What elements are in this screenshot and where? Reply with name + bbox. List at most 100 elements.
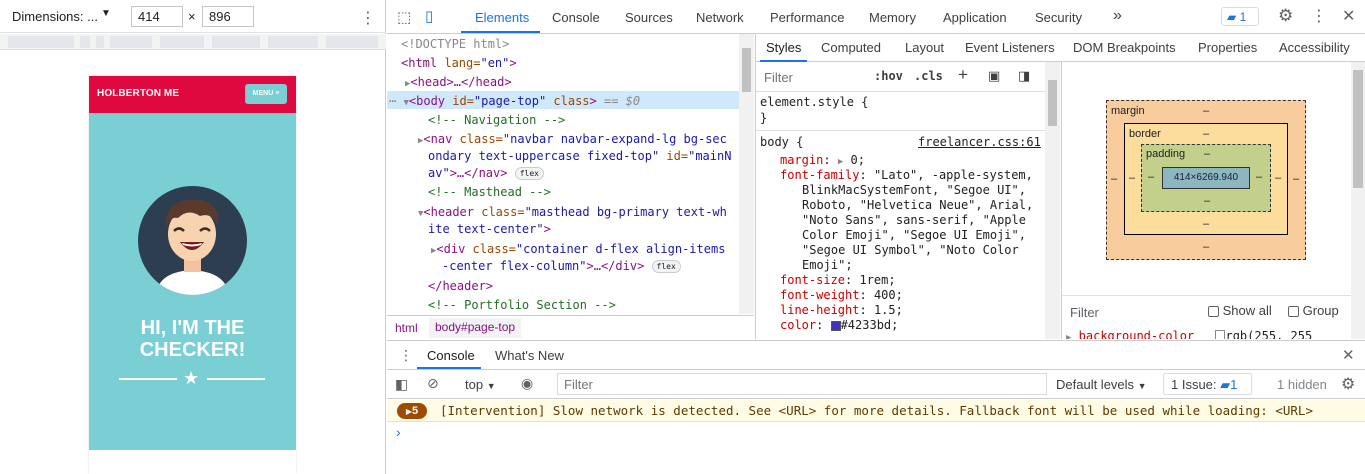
group-checkbox[interactable]: Group	[1288, 303, 1339, 318]
tab-layout[interactable]: Layout	[905, 40, 944, 55]
inspect-element-icon[interactable]: ⬚	[397, 8, 411, 26]
context-selector[interactable]: top ▼	[465, 377, 496, 392]
eye-icon[interactable]: ◉	[521, 375, 533, 392]
tab-computed[interactable]: Computed	[821, 40, 881, 55]
border-top-value[interactable]: –	[1203, 128, 1209, 140]
decl-line-height[interactable]: line-height: 1.5;	[780, 303, 903, 318]
box-model-border[interactable]: border – – – – padding – – – – 414×6269.…	[1124, 123, 1288, 235]
console-warning-message[interactable]: ▶5 [Intervention] Slow network is detect…	[387, 400, 1365, 422]
sidebar-toggle-icon[interactable]: ◧	[395, 376, 408, 393]
box-model-scroll-thumb[interactable]	[1353, 70, 1363, 188]
console-prompt[interactable]: ›	[396, 424, 401, 440]
console-filter-input[interactable]	[557, 373, 1047, 395]
clear-console-icon[interactable]: ⊘	[427, 375, 439, 392]
tab-dom-breakpoints[interactable]: DOM Breakpoints	[1073, 40, 1176, 55]
comment-navigation[interactable]: <!-- Navigation -->	[428, 112, 565, 129]
tab-console[interactable]: Console	[552, 10, 600, 25]
new-rule-button[interactable]: +	[958, 65, 968, 85]
dimensions-dropdown[interactable]: Dimensions: ...	[12, 9, 98, 24]
more-tabs-icon[interactable]: »	[1113, 7, 1122, 25]
padding-right-value[interactable]: –	[1256, 171, 1262, 183]
rule-divider	[756, 130, 1046, 131]
tab-event-listeners[interactable]: Event Listeners	[965, 40, 1055, 55]
box-model-margin[interactable]: margin – – – – border – – – – padding – …	[1106, 100, 1306, 260]
padding-bottom-value[interactable]: –	[1204, 195, 1210, 207]
tab-performance[interactable]: Performance	[770, 10, 844, 25]
tab-security[interactable]: Security	[1035, 10, 1082, 25]
close-icon[interactable]: ✕	[1342, 6, 1355, 26]
decl-color[interactable]: color: #4233bd;	[780, 318, 898, 333]
html-node[interactable]: <html lang="en">	[401, 55, 517, 72]
styles-filter-input[interactable]	[760, 66, 864, 88]
site-brand-link[interactable]: HOLBERTON ME	[97, 88, 179, 99]
drawer-menu-icon[interactable]: ⋮	[399, 347, 413, 364]
margin-top-value[interactable]: –	[1203, 105, 1209, 117]
border-right-value[interactable]: –	[1275, 172, 1281, 184]
border-left-value[interactable]: –	[1129, 172, 1135, 184]
stylesheet-link[interactable]: freelancer.css:61	[918, 135, 1041, 150]
comment-portfolio[interactable]: <!-- Portfolio Section -->	[428, 297, 616, 314]
close-drawer-icon[interactable]: ✕	[1342, 346, 1355, 364]
tab-memory[interactable]: Memory	[869, 10, 916, 25]
flex-badge[interactable]: flex	[651, 260, 681, 273]
hov-toggle[interactable]: :hov	[874, 69, 903, 83]
margin-left-value[interactable]: –	[1111, 173, 1117, 185]
decl-font-family[interactable]: font-family: "Lato", -apple-system,	[780, 168, 1033, 183]
more-options-icon[interactable]: ⋮	[1311, 6, 1327, 26]
computed-filter-input[interactable]: Filter	[1070, 305, 1099, 320]
show-all-checkbox[interactable]: Show all	[1208, 303, 1272, 318]
body-node[interactable]: ⋯ ▼<body id="page-top" class> == $0	[389, 93, 640, 112]
tab-application[interactable]: Application	[943, 10, 1007, 25]
sidebar-toggle-icon[interactable]: ◨	[1018, 68, 1030, 84]
masthead: HI, I'M THE CHECKER! ★	[89, 113, 296, 450]
paint-icon[interactable]: ▣	[988, 68, 1000, 84]
tab-sources[interactable]: Sources	[625, 10, 673, 25]
padding-top-value[interactable]: –	[1204, 148, 1210, 160]
margin-bottom-value[interactable]: –	[1203, 241, 1209, 253]
element-style-rule[interactable]: element.style {	[760, 95, 868, 110]
log-levels-dropdown[interactable]: Default levels ▼	[1056, 377, 1147, 392]
doctype-node[interactable]: <!DOCTYPE html>	[401, 36, 509, 53]
issues-button[interactable]: 1 Issue: ▰1	[1163, 373, 1252, 395]
device-height-input[interactable]	[202, 6, 254, 27]
issues-badge[interactable]: ▰ 1	[1221, 7, 1259, 26]
tab-accessibility[interactable]: Accessibility	[1279, 40, 1350, 55]
cls-toggle[interactable]: .cls	[914, 69, 943, 83]
styles-scroll-thumb[interactable]	[1048, 80, 1057, 126]
head-node[interactable]: ▶<head>…</head>	[405, 74, 512, 93]
more-options-icon[interactable]: ⋮	[360, 8, 376, 28]
breadcrumb: html body#page-top	[387, 315, 754, 339]
body-rule-selector[interactable]: body {	[760, 135, 803, 150]
padding-left-value[interactable]: –	[1148, 171, 1154, 183]
decl-font-weight[interactable]: font-weight: 400;	[780, 288, 903, 303]
warning-repeat-badge[interactable]: ▶5	[397, 403, 427, 419]
media-query-ruler[interactable]	[0, 34, 386, 50]
menu-button[interactable]: MENU ≡	[245, 84, 287, 104]
gear-icon[interactable]: ⚙	[1341, 374, 1355, 394]
comment-masthead[interactable]: <!-- Masthead -->	[428, 184, 551, 201]
dom-scroll-thumb[interactable]	[742, 48, 751, 92]
border-bottom-value[interactable]: –	[1203, 218, 1209, 230]
device-toggle-icon[interactable]: ▯	[425, 7, 433, 25]
drawer-tab-console[interactable]: Console	[427, 348, 475, 363]
emulated-viewport[interactable]: HOLBERTON ME MENU ≡ HI, I'M THE CHECKER!	[89, 76, 296, 474]
color-swatch[interactable]	[830, 320, 841, 331]
box-model-padding[interactable]: padding – – – – 414×6269.940	[1141, 144, 1271, 212]
tab-styles[interactable]: Styles	[766, 40, 801, 55]
computed-bg-color[interactable]: ▶ background-color rgb(255, 255	[1066, 329, 1312, 339]
tab-properties[interactable]: Properties	[1198, 40, 1257, 55]
drawer-tab-whats-new[interactable]: What's New	[495, 348, 564, 363]
margin-right-value[interactable]: –	[1293, 173, 1299, 185]
flex-badge[interactable]: flex	[514, 167, 544, 180]
gear-icon[interactable]: ⚙	[1278, 6, 1293, 26]
breadcrumb-html[interactable]: html	[395, 321, 418, 335]
box-model-content[interactable]: 414×6269.940	[1162, 167, 1250, 189]
chevron-down-icon[interactable]: ▼	[101, 8, 111, 19]
expand-triangle-icon[interactable]: ▶	[838, 157, 843, 167]
device-width-input[interactable]	[131, 6, 183, 27]
breadcrumb-body[interactable]: body#page-top	[429, 318, 522, 338]
decl-font-size[interactable]: font-size: 1rem;	[780, 273, 896, 288]
header-close-node[interactable]: </header>	[428, 278, 493, 295]
tab-elements[interactable]: Elements	[475, 10, 529, 25]
tab-network[interactable]: Network	[696, 10, 744, 25]
